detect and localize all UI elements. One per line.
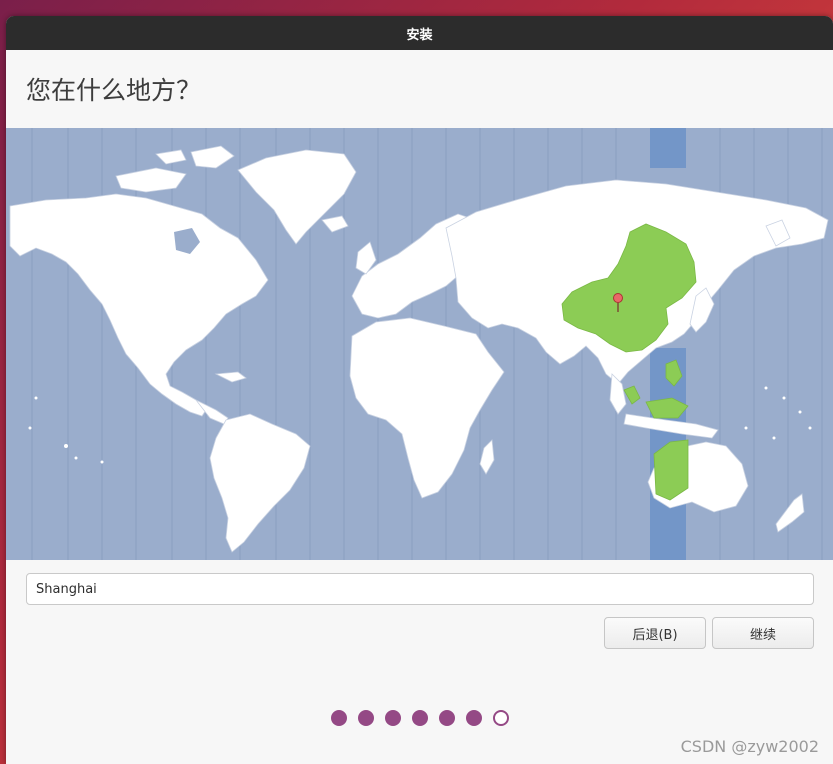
progress-dots [6,710,833,726]
window-title: 安装 [406,27,433,43]
selected-timezone-band-top [650,128,686,168]
location-field[interactable] [26,573,814,605]
continents [9,145,829,553]
progress-dot [492,710,509,726]
progress-dot [465,710,482,726]
location-input[interactable] [27,574,813,604]
progress-dot [411,710,428,726]
timezone-map[interactable] [6,128,833,560]
back-button[interactable]: 后退(B) [604,617,706,649]
title-bar: 安装 [6,16,833,50]
progress-dot [438,710,455,726]
page-title-text: 您在什么地方？ [26,76,202,105]
installer-window: 安装 您在什么地方？ Shanghai 后退(B) 继续 [6,16,833,764]
watermark: CSDN @zyw2002 [680,737,819,756]
page-title: 您在什么地方？ [6,50,833,128]
back-button-label: 后退(B) [632,627,678,643]
progress-dot [384,710,401,726]
continue-button-label: 继续 [749,627,776,643]
progress-dot [330,710,347,726]
continue-button[interactable]: 继续 [712,617,814,649]
world-map[interactable] [6,128,833,560]
progress-dot [357,710,374,726]
